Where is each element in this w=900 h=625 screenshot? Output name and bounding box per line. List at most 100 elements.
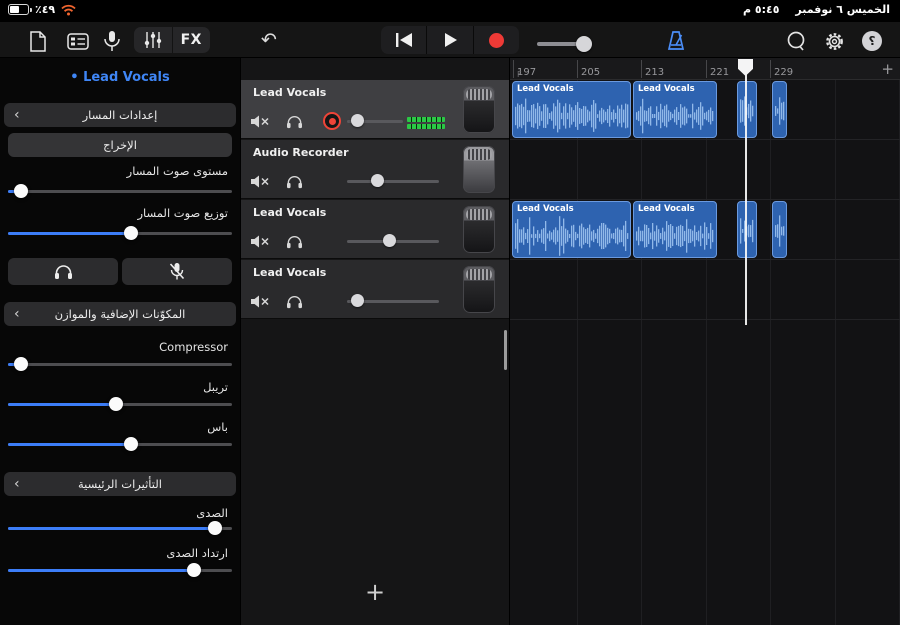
garageband-screen: ٪٤٩ ٥:٤٥ م الخميس ٦ نوفمبر FX ↶ ؟ • Lead… — [0, 0, 900, 625]
record-enable-button[interactable] — [323, 112, 341, 130]
track-pan-label: توزيع صوت المسار — [137, 206, 228, 220]
track-pan-slider[interactable] — [8, 226, 232, 240]
microphone-image — [463, 146, 495, 193]
slider-thumb[interactable] — [14, 357, 29, 371]
slider-thumb[interactable] — [186, 563, 201, 577]
lane-row[interactable] — [510, 260, 900, 320]
track-view-icon[interactable] — [66, 29, 90, 53]
record-button[interactable] — [472, 26, 519, 54]
track-volume-label: مستوى صوت المسار — [126, 164, 228, 178]
play-button[interactable] — [426, 26, 472, 54]
clock-date: الخميس ٦ نوفمبر — [795, 3, 890, 16]
slider-thumb[interactable] — [351, 114, 365, 127]
output-button[interactable]: الإخراج — [8, 133, 232, 157]
timeline-area: + 197 F 205 213 221 229 Lead Vocals Lead Vocal… — [510, 58, 900, 625]
monitor-headphones-icon[interactable] — [283, 231, 305, 251]
region-label: Lead Vocals — [638, 84, 695, 94]
chevron-left-icon: ‹ — [14, 306, 20, 322]
track-volume-slider[interactable] — [347, 294, 439, 308]
zoom-add-icon[interactable]: + — [881, 60, 894, 78]
track-row-lead-vocals-2[interactable]: Lead Vocals — [241, 200, 509, 259]
audio-region[interactable] — [772, 81, 787, 138]
track-settings-header[interactable]: ‹ إعدادات المسار — [4, 103, 236, 127]
add-track-button[interactable]: + — [360, 578, 390, 606]
track-volume-slider[interactable] — [347, 234, 439, 248]
track-row-audio-recorder[interactable]: Audio Recorder — [241, 140, 509, 199]
echo-tail-slider[interactable] — [8, 563, 232, 577]
timeline-ruler[interactable]: + 197 F 205 213 221 229 — [510, 58, 900, 80]
track-row-lead-vocals-3[interactable]: Lead Vocals — [241, 260, 509, 319]
audio-region[interactable] — [772, 201, 787, 258]
help-icon: ؟ — [862, 31, 882, 51]
slider-thumb[interactable] — [382, 234, 396, 247]
bass-label: باس — [207, 420, 228, 434]
scrollbar[interactable] — [504, 330, 507, 370]
master-volume-slider[interactable] — [537, 36, 651, 52]
monitor-headphones-icon[interactable] — [283, 171, 305, 191]
lane-row[interactable] — [510, 140, 900, 200]
mic-monitor-off-button[interactable] — [122, 258, 232, 285]
document-icon[interactable] — [26, 29, 50, 53]
settings-gear-icon[interactable] — [822, 29, 846, 53]
ruler-tick: 221 — [706, 60, 729, 78]
mute-icon[interactable] — [249, 171, 271, 191]
metronome-icon[interactable] — [664, 29, 688, 53]
fx-button[interactable]: FX — [171, 27, 211, 53]
audio-region[interactable]: Lead Vocals — [633, 81, 717, 138]
loop-browser-icon[interactable] — [784, 29, 808, 53]
audio-region[interactable] — [737, 201, 757, 258]
microphone-icon[interactable] — [100, 29, 124, 53]
master-effects-header[interactable]: ‹ التأثيرات الرئيسية — [4, 472, 236, 496]
volume-thumb[interactable] — [576, 36, 593, 52]
mute-icon[interactable] — [249, 231, 271, 251]
track-name: Lead Vocals — [253, 206, 327, 219]
microphone-image — [463, 206, 495, 253]
audio-region[interactable]: Lead Vocals — [633, 201, 717, 258]
ruler-tick: 205 — [577, 60, 600, 78]
track-name: Lead Vocals — [253, 86, 327, 99]
slider-thumb[interactable] — [108, 397, 123, 411]
microphone-image — [463, 266, 495, 313]
battery-icon — [8, 4, 32, 15]
echo-slider[interactable] — [8, 521, 232, 535]
treble-label: تريبل — [203, 380, 228, 394]
mute-icon[interactable] — [249, 291, 271, 311]
undo-button[interactable]: ↶ — [256, 27, 282, 53]
wifi-icon — [61, 4, 76, 16]
monitor-headphones-icon[interactable] — [283, 111, 305, 131]
track-volume-slider[interactable] — [347, 174, 439, 188]
chevron-left-icon: ‹ — [14, 476, 20, 492]
chevron-left-icon: ‹ — [14, 107, 20, 123]
monitor-headphones-button[interactable] — [8, 258, 118, 285]
audio-region[interactable]: Lead Vocals — [512, 201, 631, 258]
treble-slider[interactable] — [8, 397, 232, 411]
mute-icon[interactable] — [249, 111, 271, 131]
selected-track-title: • Lead Vocals — [70, 70, 170, 85]
track-header-panel: Lead Vocals Audio Recorder Lead Vocals L… — [240, 58, 510, 625]
monitor-headphones-icon[interactable] — [283, 291, 305, 311]
track-volume-slider[interactable] — [347, 114, 403, 128]
track-name: Audio Recorder — [253, 146, 349, 159]
mixer-levels-icon[interactable] — [134, 27, 172, 53]
help-button[interactable]: ؟ — [860, 29, 884, 53]
slider-thumb[interactable] — [123, 437, 138, 451]
slider-thumb[interactable] — [123, 226, 138, 240]
slider-thumb[interactable] — [350, 294, 364, 307]
audio-region[interactable] — [737, 81, 757, 138]
track-row-lead-vocals-1[interactable]: Lead Vocals — [241, 80, 509, 139]
slider-thumb[interactable] — [370, 174, 384, 187]
track-volume-slider[interactable] — [8, 184, 232, 198]
region-label: Lead Vocals — [517, 204, 574, 214]
transport-controls — [381, 26, 519, 54]
track-settings-sidebar: • Lead Vocals ‹ إعدادات المسار الإخراج م… — [0, 58, 240, 625]
plugins-eq-header[interactable]: ‹ المكوّنات الإضافية والموازن — [4, 302, 236, 326]
echo-tail-label: ارتداد الصدى — [166, 546, 228, 560]
audio-region[interactable]: Lead Vocals — [512, 81, 631, 138]
toolbar: FX ↶ ؟ — [0, 22, 900, 58]
bass-slider[interactable] — [8, 437, 232, 451]
slider-thumb[interactable] — [207, 521, 222, 535]
rewind-button[interactable] — [381, 26, 426, 54]
compressor-slider[interactable] — [8, 357, 232, 371]
status-bar: ٪٤٩ ٥:٤٥ م الخميس ٦ نوفمبر — [0, 0, 900, 22]
slider-thumb[interactable] — [14, 184, 29, 198]
